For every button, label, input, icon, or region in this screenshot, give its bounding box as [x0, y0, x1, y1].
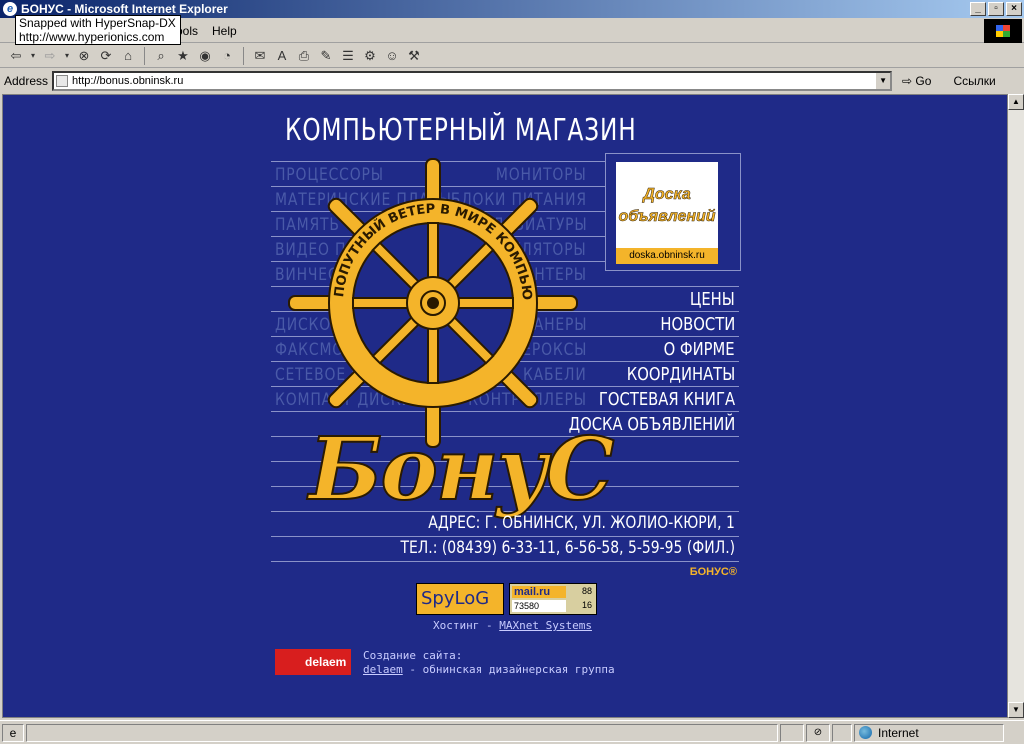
zone-label: Internet — [878, 725, 919, 740]
globe-icon — [859, 726, 872, 739]
board-banner-url: doska.obninsk.ru — [616, 248, 718, 264]
back-icon[interactable]: ⇦ — [6, 46, 26, 66]
divider — [271, 561, 739, 562]
mailru-bottom-count: 16 — [581, 600, 592, 610]
close-button[interactable]: × — [1006, 2, 1022, 16]
forward-icon[interactable]: ⇨ — [40, 46, 60, 66]
back-dropdown-icon[interactable]: ▾ — [28, 46, 38, 66]
bonus-trademark: БОНУС® — [689, 566, 737, 578]
address-url[interactable]: http://bonus.obninsk.ru — [72, 75, 183, 87]
mailru-top-count: 88 — [581, 586, 592, 596]
links-button[interactable]: Ссылки — [953, 74, 995, 88]
credit-rest: - обнинская дизайнерская группа — [402, 663, 615, 676]
home-icon[interactable]: ⌂ — [118, 46, 138, 66]
refresh-icon[interactable]: ⟳ — [96, 46, 116, 66]
page-heading: КОМПЬЮТЕРНЫЙ МАГАЗИН — [285, 113, 637, 148]
chevron-down-icon[interactable]: ▼ — [876, 72, 891, 89]
page-content: КОМПЬЮТЕРНЫЙ МАГАЗИН ПРОЦЕССОРЫ МАТЕРИНС… — [2, 94, 1008, 718]
hosting-prefix: Хостинг - — [433, 619, 500, 632]
go-button[interactable]: ⇨ Go — [902, 74, 931, 88]
snap-line-1: Snapped with HyperSnap-DX — [19, 16, 176, 30]
ship-wheel-logo: ПОПУТНЫЙ ВЕТЕР В МИРЕ КОМПЬЮТЕРОВ — [285, 157, 578, 448]
menu-help[interactable]: Help — [212, 24, 237, 38]
nav-about[interactable]: О ФИРМЕ — [664, 339, 735, 360]
progress-area — [780, 723, 804, 742]
spylog-counter[interactable]: SpyLoG — [416, 583, 504, 615]
page-icon — [56, 74, 69, 87]
windows-logo — [984, 19, 1022, 43]
nav-board[interactable]: ДОСКА ОБЪЯВЛЕНИЙ — [568, 414, 735, 435]
maximize-button[interactable]: ▫ — [988, 2, 1004, 16]
discuss-icon[interactable]: ☰ — [338, 46, 358, 66]
scroll-down-icon[interactable]: ▼ — [1008, 702, 1024, 718]
mail-icon[interactable]: ✉ — [250, 46, 270, 66]
address-line: АДРЕС: Г. ОБНИНСК, УЛ. ЖОЛИО-КЮРИ, 1 — [428, 513, 735, 533]
status-bar: e ⊘ Internet — [0, 720, 1024, 744]
size-icon[interactable]: A — [272, 46, 292, 66]
snap-line-2: http://www.hyperionics.com — [19, 30, 165, 44]
snap-tooltip: Snapped with HyperSnap-DX http://www.hyp… — [15, 15, 181, 45]
scroll-up-icon[interactable]: ▲ — [1008, 94, 1024, 110]
vertical-scrollbar[interactable]: ▲ ▼ — [1008, 94, 1024, 718]
search-icon[interactable]: ⌕ — [151, 46, 171, 66]
mailru-value: 73580 — [512, 600, 566, 612]
separator — [144, 46, 145, 65]
print-icon[interactable]: ⎙ — [294, 46, 314, 66]
favorites-icon[interactable]: ★ — [173, 46, 193, 66]
page-status-icon: e — [2, 723, 24, 742]
delaem-logo-text: delaem — [305, 655, 347, 669]
ie-icon: e — [3, 2, 17, 16]
status-text-area — [26, 723, 778, 742]
delaem-logo[interactable]: delaem — [275, 649, 351, 675]
privacy-icon[interactable]: ⊘ — [806, 723, 830, 742]
go-label: Go — [915, 73, 932, 88]
nav-news[interactable]: НОВОСТИ — [660, 314, 735, 335]
security-zone: Internet — [854, 723, 1004, 742]
site-credit: Создание сайта: delaem - обнинская дизай… — [363, 649, 615, 677]
mailru-counter[interactable]: mail.ru 73580 88 16 — [509, 583, 597, 615]
phone-line: ТЕЛ.: (08439) 6-33-11, 6-56-58, 5-59-95 … — [400, 538, 735, 558]
address-bar: Address http://bonus.obninsk.ru ▼ ⇨ Go С… — [0, 69, 1024, 92]
toolbar: ⇦ ▾ ⇨ ▾ ⊗ ⟳ ⌂ ⌕ ★ ◉ ◔ ✉ A ⎙ ✎ ☰ ⚙ ☺ ⚒ — [0, 44, 1024, 68]
hosting-link[interactable]: MAXnet Systems — [499, 619, 592, 632]
separator — [243, 46, 244, 65]
board-banner-title: Доска объявлений — [618, 186, 716, 226]
forward-dropdown-icon[interactable]: ▾ — [62, 46, 72, 66]
hosting-line: Хостинг - MAXnet Systems — [433, 619, 592, 632]
stop-icon[interactable]: ⊗ — [74, 46, 94, 66]
window-title: БОНУС - Microsoft Internet Explorer — [21, 2, 228, 16]
tools-icon[interactable]: ⚒ — [404, 46, 424, 66]
board-banner[interactable]: Доска объявлений doska.obninsk.ru — [605, 153, 741, 271]
plugin-icon[interactable]: ⚙ — [360, 46, 380, 66]
address-label: Address — [4, 73, 49, 88]
status-cell — [832, 723, 852, 742]
edit-icon[interactable]: ✎ — [316, 46, 336, 66]
nav-guestbook[interactable]: ГОСТЕВАЯ КНИГА — [599, 389, 735, 410]
history-icon[interactable]: ◔ — [217, 46, 237, 66]
mailru-logo: mail.ru — [512, 586, 566, 598]
credit-link[interactable]: delaem — [363, 663, 403, 676]
divider — [271, 536, 739, 537]
media-icon[interactable]: ◉ — [195, 46, 215, 66]
address-input[interactable]: http://bonus.obninsk.ru ▼ — [52, 70, 893, 91]
brand-logo: БонуС — [308, 418, 615, 521]
nav-contacts[interactable]: КООРДИНАТЫ — [627, 364, 735, 385]
minimize-button[interactable]: _ — [970, 2, 986, 16]
credit-title: Создание сайта: — [363, 649, 463, 662]
nav-prices[interactable]: ЦЕНЫ — [690, 289, 735, 310]
messenger-icon[interactable]: ☺ — [382, 46, 402, 66]
